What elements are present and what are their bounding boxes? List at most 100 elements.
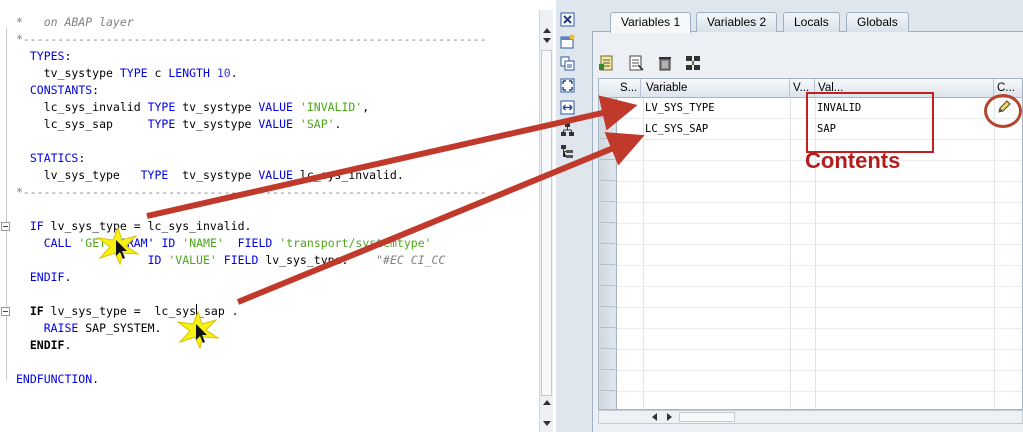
code-token: tv_systype [175,100,259,114]
row-selector[interactable] [600,371,615,391]
scroll-up-icon[interactable] [543,400,551,405]
tab-globals[interactable]: Globals [846,12,909,32]
code-token: . [64,270,72,284]
code-token: : [78,151,86,165]
row-selector[interactable] [600,308,615,328]
code-token: 'VALUE' [168,253,217,267]
fold-toggle-icon[interactable] [1,307,10,316]
row-selector[interactable] [600,245,615,265]
row-selector[interactable] [600,119,615,139]
row-selector[interactable] [600,203,615,223]
code-token: * on ABAP layer [16,15,134,29]
grid-line [617,265,1022,266]
variable-name-cell[interactable]: LC_SYS_SAP [645,119,708,139]
column-header-status[interactable]: S... [617,79,641,98]
code-line[interactable]: lc_sys_invalid TYPE tv_systype VALUE 'IN… [0,99,538,116]
code-token: lc_sys_sap [16,117,148,131]
hierarchy-icon[interactable] [560,122,575,137]
code-token: TYPES [29,49,65,63]
code-token: ENDIF [29,270,65,284]
scroll-right-icon[interactable] [667,413,672,421]
tab-variables-1[interactable]: Variables 1 [610,12,692,33]
row-selector[interactable] [600,287,615,307]
click-spark-icon [176,310,220,350]
code-lines[interactable]: * on ABAP layer *------------------------… [0,12,538,432]
grid-line [617,181,1022,182]
scroll-left-icon[interactable] [652,413,657,421]
row-selector[interactable] [600,140,615,160]
split-icon[interactable] [684,54,702,72]
code-token: TYPE [147,117,176,131]
scroll-down-icon[interactable] [543,421,551,426]
fold-toggle-icon[interactable] [1,222,10,231]
column-header-variable[interactable]: Variable [643,79,790,98]
resize-icon[interactable] [560,100,575,115]
code-line[interactable]: IF lv_sys_type = lc_sys_sap . [0,303,538,320]
code-token: lv_sys_type. [258,253,377,267]
row-selector[interactable] [600,182,615,202]
variable-name-cell[interactable]: LV_SYS_TYPE [645,98,715,118]
code-token: *---------------------------------------… [16,32,487,46]
tab-locals[interactable]: Locals [783,12,840,32]
horizontal-scrollbar[interactable] [598,410,1023,424]
insert-icon[interactable] [598,54,616,72]
code-line[interactable]: tv_systype TYPE c LENGTH 10. [0,65,538,82]
code-token: LENGTH [168,66,210,80]
scroll-down-icon[interactable] [543,38,551,43]
code-token: ENDFUNCTION [16,372,93,386]
code-line[interactable]: CONSTANTS: [0,82,538,99]
scrollbar-thumb[interactable] [541,50,552,396]
copy-icon[interactable] [560,56,575,71]
code-line[interactable]: CALL 'GET PARAM' ID 'NAME' FIELD 'transp… [0,235,538,252]
code-token: , [362,100,370,114]
code-line[interactable]: lc_sys_sap TYPE tv_systype VALUE 'SAP'. [0,116,538,133]
row-selectors[interactable] [599,98,617,409]
delete-icon[interactable] [656,54,674,72]
fullscreen-icon[interactable] [560,78,575,93]
code-line[interactable]: *---------------------------------------… [0,31,538,48]
code-line[interactable] [0,286,538,303]
code-line[interactable]: STATICS: [0,150,538,167]
code-token: ID [147,253,162,267]
new-window-icon[interactable] [560,34,575,49]
row-selector[interactable] [600,392,615,409]
code-line[interactable] [0,201,538,218]
scrollbar-thumb[interactable] [679,412,735,422]
code-line[interactable]: lv_sys_type TYPE tv_systype VALUE lc_sys… [0,167,538,184]
code-line[interactable]: ID 'VALUE' FIELD lv_sys_type. "#EC CI_CC [0,252,538,269]
tree-icon[interactable] [560,144,575,159]
tab-variables-2[interactable]: Variables 2 [696,12,778,32]
grid-line [617,328,1022,329]
code-token: CONSTANTS [29,83,93,97]
code-line[interactable]: ENDIF. [0,269,538,286]
row-selector[interactable] [600,329,615,349]
code-token: IF [29,304,44,318]
code-token: RAISE [43,321,79,335]
code-token: : [64,49,72,63]
code-line[interactable]: IF lv_sys_type = lc_sys_invalid. [0,218,538,235]
code-token: 'NAME' [182,236,224,250]
highlight-circle [984,94,1022,128]
code-line[interactable]: * on ABAP layer [0,14,538,31]
close-icon[interactable] [560,12,575,27]
code-line[interactable]: ENDFUNCTION. [0,371,538,388]
row-selector[interactable] [600,350,615,370]
row-selector[interactable] [600,266,615,286]
code-line[interactable]: ENDIF. [0,337,538,354]
row-selector[interactable] [600,161,615,181]
code-line[interactable]: TYPES: [0,48,538,65]
code-token: TYPE [140,168,169,182]
scroll-up-icon[interactable] [543,28,551,33]
code-token: 'INVALID' [299,100,363,114]
code-line[interactable]: RAISE SAP_SYSTEM. [0,320,538,337]
code-token: . [334,117,342,131]
row-selector[interactable] [600,224,615,244]
code-editor[interactable]: * on ABAP layer *------------------------… [0,0,556,432]
code-token: CALL [43,236,72,250]
save-icon[interactable] [627,54,645,72]
code-line[interactable] [0,354,538,371]
row-selector[interactable] [600,98,615,118]
code-line[interactable] [0,133,538,150]
code-line[interactable]: *---------------------------------------… [0,184,538,201]
vertical-scrollbar[interactable] [539,10,553,432]
